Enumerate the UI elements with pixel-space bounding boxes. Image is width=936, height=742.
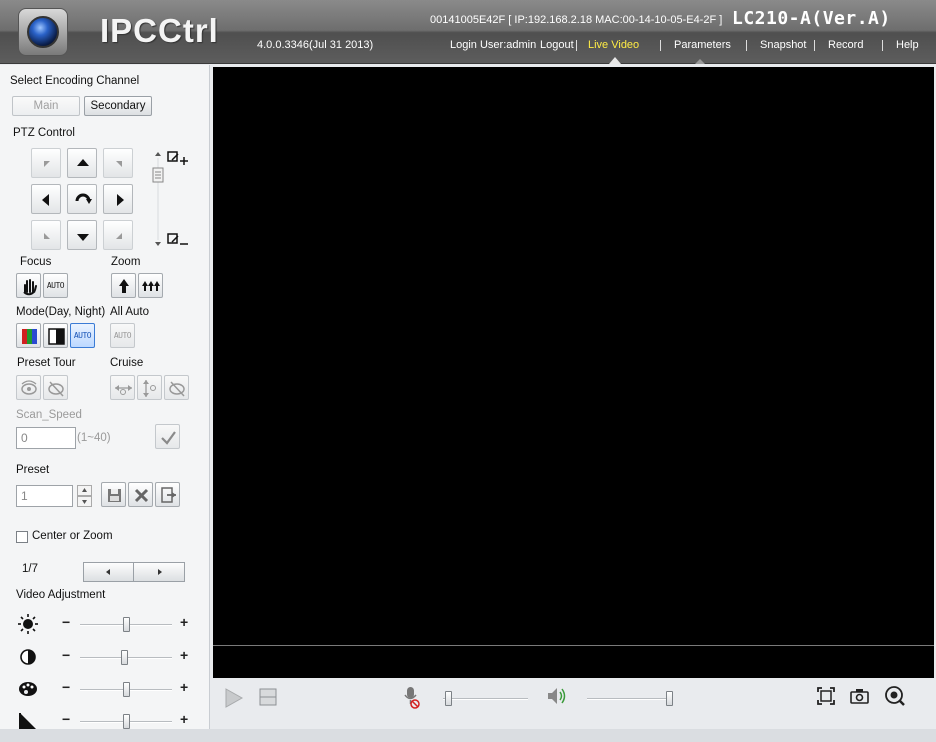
app-name: IPCCtrl	[100, 12, 219, 49]
focus-label: Focus	[20, 256, 52, 268]
header-bar: IPCCtrl 4.0.0.3346(Jul 31 2013) 00141005…	[0, 0, 936, 64]
nav-logout[interactable]: Logout	[540, 39, 574, 51]
mode-label: Mode(Day, Night)	[16, 306, 106, 318]
brightness-decrease-button[interactable]: −	[62, 614, 70, 630]
video-adjust-label: Video Adjustment	[16, 589, 106, 601]
stop-icon[interactable]	[259, 688, 277, 709]
ptz-down-left-button[interactable]	[31, 220, 61, 250]
auto-mode-button[interactable]: AUTO	[70, 323, 95, 348]
status-bar	[0, 729, 936, 742]
delete-preset-icon[interactable]	[128, 482, 153, 507]
brightness-increase-button[interactable]: +	[180, 614, 188, 630]
nav-live-video[interactable]: Live Video	[588, 39, 639, 51]
apply-scan-speed-button[interactable]	[155, 424, 180, 449]
secondary-channel-button[interactable]: Secondary	[84, 96, 152, 116]
playback-toolbar	[213, 679, 936, 727]
zoom-label: Zoom	[111, 256, 141, 268]
nav-snapshot[interactable]: Snapshot	[760, 39, 806, 51]
center-zoom-label: Center or Zoom	[32, 530, 113, 542]
encoding-title: Select Encoding Channel	[10, 75, 140, 87]
palette-icon	[17, 678, 39, 703]
scan-speed-input[interactable]: 0	[16, 427, 76, 449]
device-model: LC210-A(Ver.A)	[732, 8, 891, 29]
zoom-in-area-icon[interactable]	[166, 150, 190, 171]
ptz-up-left-button[interactable]	[31, 148, 61, 178]
nav-parameters[interactable]: Parameters	[674, 39, 731, 51]
ptz-title: PTZ Control	[13, 127, 75, 139]
ptz-up-right-button[interactable]	[103, 148, 133, 178]
ptz-right-button[interactable]	[103, 184, 133, 214]
ptz-auto-rotate-button[interactable]	[67, 184, 97, 214]
goto-preset-icon[interactable]	[155, 482, 180, 507]
scan-speed-range: (1~40)	[77, 432, 111, 444]
active-nav-indicator	[609, 57, 621, 64]
sharpness-increase-button[interactable]: +	[180, 711, 188, 727]
contrast-slider[interactable]	[80, 649, 172, 667]
live-video-area[interactable]	[213, 67, 934, 678]
zoom-tele-button[interactable]	[111, 273, 136, 298]
prev-page-button[interactable]	[84, 563, 134, 581]
ptz-down-button[interactable]	[67, 220, 97, 250]
sharpness-decrease-button[interactable]: −	[62, 711, 70, 727]
speaker-icon[interactable]	[546, 686, 568, 709]
ptz-speed-slider[interactable]	[152, 150, 164, 248]
auto-focus-button[interactable]: AUTO	[43, 273, 68, 298]
snapshot-camera-icon[interactable]	[850, 687, 870, 708]
preset-input[interactable]: 1	[16, 485, 73, 507]
saturation-slider[interactable]	[80, 681, 172, 699]
zoom-wide-button[interactable]	[138, 273, 163, 298]
cruise-vertical-icon[interactable]	[137, 375, 162, 400]
mic-volume-slider[interactable]	[443, 689, 528, 709]
page-indicator: 1/7	[22, 563, 38, 575]
all-auto-label: All Auto	[110, 306, 149, 318]
video-divider	[213, 645, 934, 646]
next-page-button[interactable]	[135, 563, 184, 581]
sharpness-icon	[17, 710, 39, 729]
sun-icon	[17, 613, 39, 638]
nav-help[interactable]: Help	[896, 39, 919, 51]
fullscreen-icon[interactable]	[817, 687, 835, 708]
ptz-down-right-button[interactable]	[103, 220, 133, 250]
control-panel: Select Encoding Channel Main Secondary P…	[0, 65, 210, 729]
cruise-label: Cruise	[110, 357, 144, 369]
contrast-icon	[17, 646, 39, 671]
main-channel-button[interactable]: Main	[12, 96, 80, 116]
page-nav	[83, 562, 185, 582]
start-preset-tour-icon[interactable]	[16, 375, 41, 400]
zoom-out-area-icon[interactable]	[166, 232, 190, 253]
ptz-left-button[interactable]	[31, 184, 61, 214]
preset-tour-label: Preset Tour	[17, 357, 76, 369]
sharpness-slider[interactable]	[80, 713, 172, 729]
scan-speed-label: Scan_Speed	[16, 409, 82, 421]
record-icon[interactable]	[884, 685, 906, 710]
preset-label: Preset	[16, 464, 50, 476]
center-zoom-checkbox[interactable]	[16, 531, 28, 543]
nav-indicator-small	[695, 59, 705, 64]
play-icon[interactable]	[223, 687, 245, 712]
version-label: 4.0.0.3346(Jul 31 2013)	[257, 39, 374, 51]
save-preset-icon[interactable]	[101, 482, 126, 507]
manual-focus-button[interactable]	[16, 273, 41, 298]
contrast-increase-button[interactable]: +	[180, 647, 188, 663]
device-info: 00141005E42F [ IP:192.168.2.18 MAC:00-14…	[430, 14, 723, 26]
stop-cruise-icon[interactable]	[164, 375, 189, 400]
preset-stepper[interactable]	[77, 485, 92, 507]
all-auto-button[interactable]: AUTO	[110, 323, 135, 348]
day-color-mode-button[interactable]	[16, 323, 41, 348]
camera-logo-icon	[18, 8, 68, 56]
night-bw-mode-button[interactable]	[43, 323, 68, 348]
nav-record[interactable]: Record	[828, 39, 863, 51]
stop-preset-tour-icon[interactable]	[43, 375, 68, 400]
cruise-horizontal-icon[interactable]	[110, 375, 135, 400]
saturation-increase-button[interactable]: +	[180, 679, 188, 695]
ptz-up-button[interactable]	[67, 148, 97, 178]
speaker-volume-slider[interactable]	[587, 689, 673, 709]
contrast-decrease-button[interactable]: −	[62, 647, 70, 663]
saturation-decrease-button[interactable]: −	[62, 679, 70, 695]
login-user: Login User:admin	[450, 39, 537, 51]
microphone-muted-icon[interactable]	[401, 685, 421, 712]
brightness-slider[interactable]	[80, 616, 172, 634]
